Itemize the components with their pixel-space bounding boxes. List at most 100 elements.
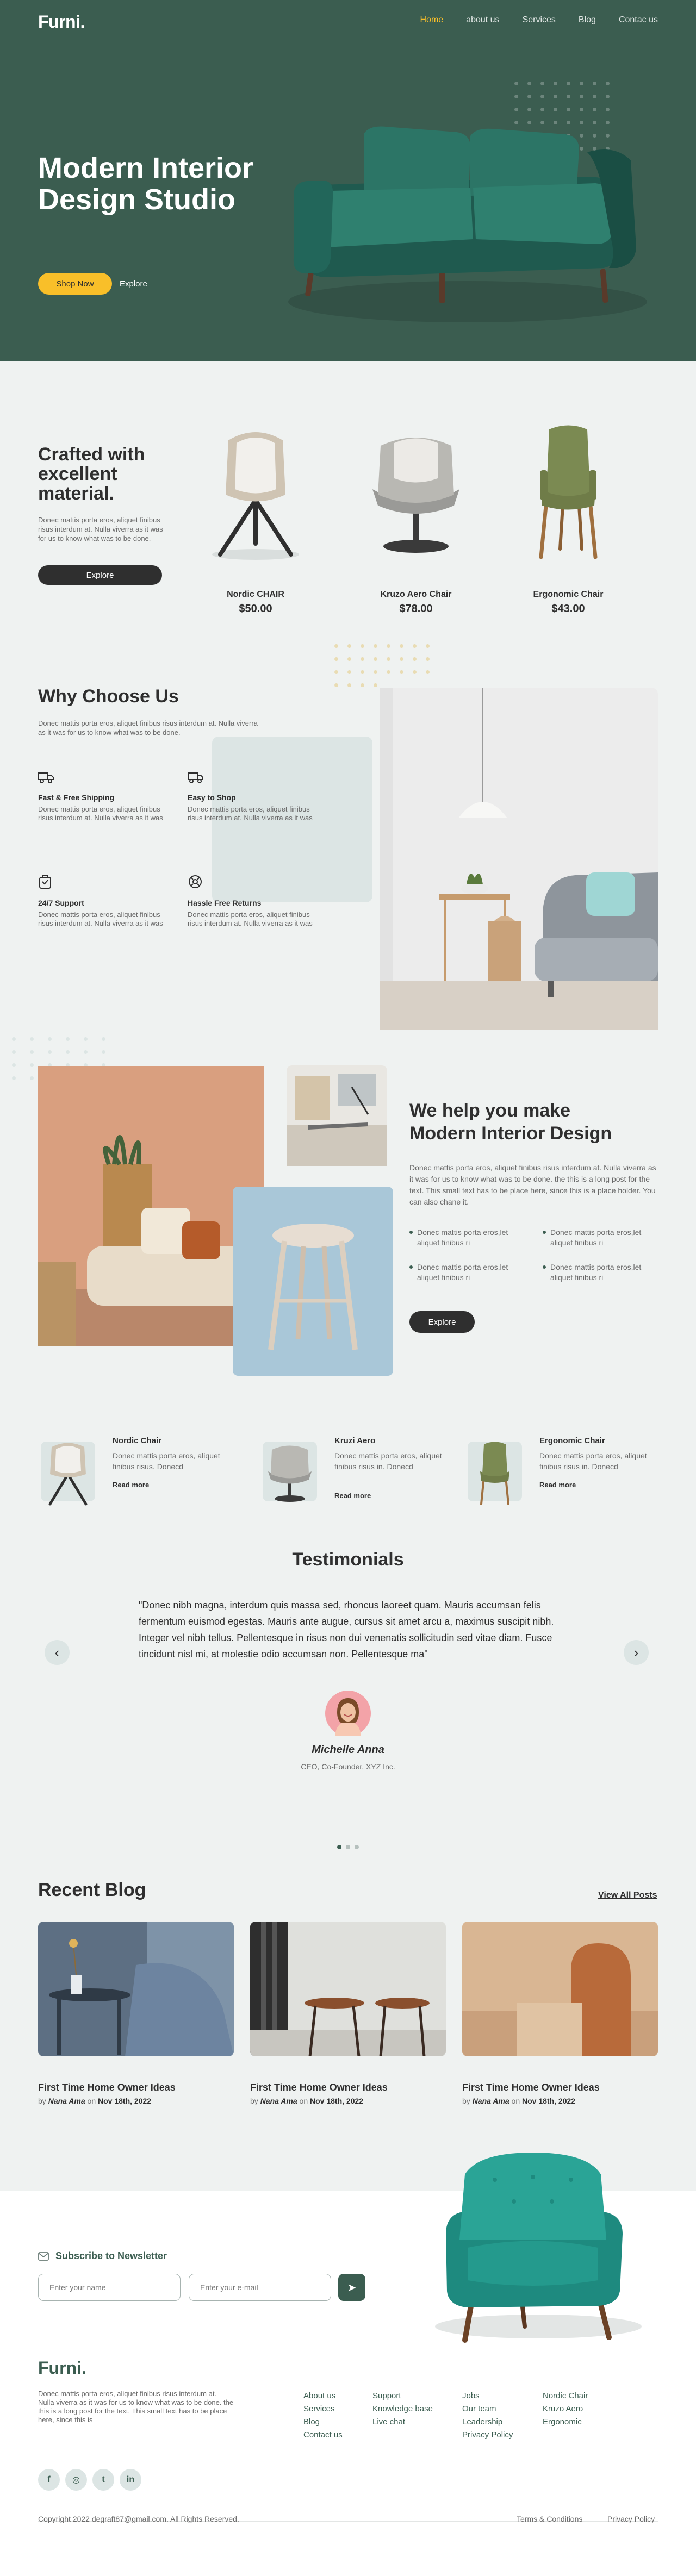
feature-text: Donec mattis porta eros, aliquet finibus…: [188, 805, 313, 822]
feature-title: Easy to Shop: [188, 793, 236, 802]
feature-text: Donec mattis porta eros, aliquet finibus…: [38, 910, 163, 927]
nordic-chair-thumb: [41, 1442, 95, 1506]
small-product-card[interactable]: Ergonomic Chair Donec mattis porta eros,…: [465, 1436, 650, 1512]
avatar: [325, 1691, 371, 1736]
footer-link[interactable]: Ergonomic: [543, 2416, 588, 2429]
footer-link[interactable]: Blog: [303, 2416, 343, 2429]
footer-link[interactable]: Leadership: [462, 2416, 513, 2429]
footer-link[interactable]: Privacy Policy: [462, 2429, 513, 2442]
feature-support: 24/7 Support Donec mattis porta eros, al…: [38, 874, 163, 928]
feature-easy-shop: Easy to Shop Donec mattis porta eros, al…: [188, 771, 313, 822]
nav-blog[interactable]: Blog: [579, 15, 596, 25]
read-more-link[interactable]: Read more: [113, 1481, 149, 1489]
copyright: Copyright 2022 degraft87@gmail.com. All …: [38, 2515, 239, 2523]
main-nav: Home about us Services Blog Contac us: [420, 15, 658, 25]
prev-testimonial-button[interactable]: ‹: [45, 1640, 70, 1665]
page: Furni. Home about us Services Blog Conta…: [0, 0, 696, 2576]
blog-post-title[interactable]: First Time Home Owner Ideas: [462, 2082, 658, 2093]
kruzo-aero-chair-image: [372, 438, 459, 553]
privacy-link[interactable]: Privacy Policy: [607, 2515, 655, 2523]
why-dot-pattern: [334, 644, 430, 687]
brand-logo[interactable]: Furni.: [38, 12, 85, 32]
footer-brand[interactable]: Furni.: [38, 2358, 86, 2378]
view-all-posts-link[interactable]: View All Posts: [598, 1891, 657, 1900]
read-more-link[interactable]: Read more: [539, 1481, 576, 1489]
blog-date: Nov 18th, 2022: [98, 2097, 152, 2105]
nav-home[interactable]: Home: [420, 15, 443, 25]
ergonomic-chair-image: [539, 425, 598, 559]
newsletter-send-button[interactable]: ➤: [338, 2274, 365, 2301]
blog-card[interactable]: First Time Home Owner Ideas by Nana Ama …: [250, 1922, 446, 2105]
footer-link[interactable]: Knowledge base: [372, 2403, 433, 2416]
carousel-dot[interactable]: [355, 1845, 359, 1849]
footer-link[interactable]: Jobs: [462, 2390, 513, 2403]
testimonial-role: CEO, Co-Founder, XYZ Inc.: [301, 1762, 395, 1771]
next-testimonial-button[interactable]: ›: [624, 1640, 649, 1665]
nav-services[interactable]: Services: [523, 15, 556, 25]
nav-about[interactable]: about us: [466, 15, 499, 25]
blog-on: on: [299, 2097, 308, 2105]
blog-post-title[interactable]: First Time Home Owner Ideas: [38, 2082, 234, 2093]
footer-link[interactable]: Kruzo Aero: [543, 2403, 588, 2416]
shop-now-button[interactable]: Shop Now: [38, 273, 112, 295]
carousel-dots: [337, 1845, 359, 1849]
check-item: Donec mattis porta eros,let aliquet fini…: [543, 1227, 651, 1248]
product-name: Nordic CHAIR: [227, 590, 284, 599]
product-card[interactable]: Nordic CHAIR $50.00: [190, 419, 321, 615]
blog-image: [462, 1922, 658, 2056]
help-explore-button[interactable]: Explore: [409, 1311, 475, 1333]
blog-by: by: [250, 2097, 258, 2105]
testimonial-quote: "Donec nibh magna, interdum quis massa s…: [139, 1600, 554, 1660]
footer-link[interactable]: Our team: [462, 2403, 513, 2416]
feature-shipping: Fast & Free Shipping Donec mattis porta …: [38, 771, 163, 822]
testimonials-title: Testimonials: [292, 1549, 404, 1570]
terms-link[interactable]: Terms & Conditions: [517, 2515, 582, 2523]
explore-link[interactable]: Explore: [120, 273, 147, 295]
small-product-text: Donec mattis porta eros, aliquet finibus…: [539, 1451, 647, 1471]
blog-post-meta: by Nana Ama on Nov 18th, 2022: [462, 2097, 658, 2105]
small-product-card[interactable]: Kruzi Aero Donec mattis porta eros, aliq…: [260, 1436, 445, 1512]
blog-post-title[interactable]: First Time Home Owner Ideas: [250, 2082, 446, 2093]
newsletter-name-input[interactable]: Enter your name: [38, 2274, 181, 2301]
blog-by: by: [462, 2097, 470, 2105]
nordic-chair-image: [212, 432, 299, 560]
blog-date: Nov 18th, 2022: [522, 2097, 576, 2105]
why-text: Donec mattis porta eros, aliquet finibus…: [38, 719, 258, 737]
blog-card[interactable]: First Time Home Owner Ideas by Nana Ama …: [38, 1922, 234, 2105]
footer-link[interactable]: Live chat: [372, 2416, 433, 2429]
footer-col-3: Jobs Our team Leadership Privacy Policy: [462, 2390, 513, 2442]
instagram-icon[interactable]: ◎: [65, 2469, 87, 2491]
help-stool-image: [233, 1187, 393, 1376]
blog-card[interactable]: First Time Home Owner Ideas by Nana Ama …: [462, 1922, 658, 2105]
linkedin-icon[interactable]: in: [120, 2469, 141, 2491]
blog-author: Nana Ama: [260, 2097, 297, 2105]
blog-by: by: [38, 2097, 46, 2105]
carousel-dot[interactable]: [346, 1845, 350, 1849]
small-product-card[interactable]: Nordic Chair Donec mattis porta eros, al…: [38, 1436, 223, 1512]
small-product-name: Kruzi Aero: [334, 1436, 376, 1445]
help-title: We help you make Modern Interior Design: [409, 1100, 612, 1144]
why-interior-image: [380, 688, 658, 1030]
hero-section: Furni. Home about us Services Blog Conta…: [0, 0, 696, 361]
product-card[interactable]: Ergonomic Chair $43.00: [503, 419, 633, 615]
product-price: $78.00: [399, 603, 433, 615]
footer-link[interactable]: About us: [303, 2390, 343, 2403]
product-card[interactable]: Kruzo Aero Chair $78.00: [351, 419, 481, 615]
footer-link[interactable]: Contact us: [303, 2429, 343, 2442]
support-icon: [39, 875, 51, 889]
crafted-explore-button[interactable]: Explore: [38, 565, 162, 585]
footer-link[interactable]: Support: [372, 2390, 433, 2403]
feature-text: Donec mattis porta eros, aliquet finibus…: [188, 910, 313, 927]
read-more-link[interactable]: Read more: [334, 1492, 371, 1500]
footer-text: Donec mattis porta eros, aliquet finibus…: [38, 2390, 234, 2424]
facebook-icon[interactable]: f: [38, 2469, 60, 2491]
blog-title: Recent Blog: [38, 1880, 146, 1900]
help-desk-image: [287, 1065, 387, 1166]
carousel-dot-active[interactable]: [337, 1845, 341, 1849]
twitter-icon[interactable]: t: [92, 2469, 114, 2491]
newsletter-email-input[interactable]: Enter your e-mail: [189, 2274, 331, 2301]
check-item: Donec mattis porta eros,let aliquet fini…: [409, 1227, 518, 1248]
footer-link[interactable]: Services: [303, 2403, 343, 2416]
footer-link[interactable]: Nordic Chair: [543, 2390, 588, 2403]
nav-contact[interactable]: Contac us: [619, 15, 658, 25]
